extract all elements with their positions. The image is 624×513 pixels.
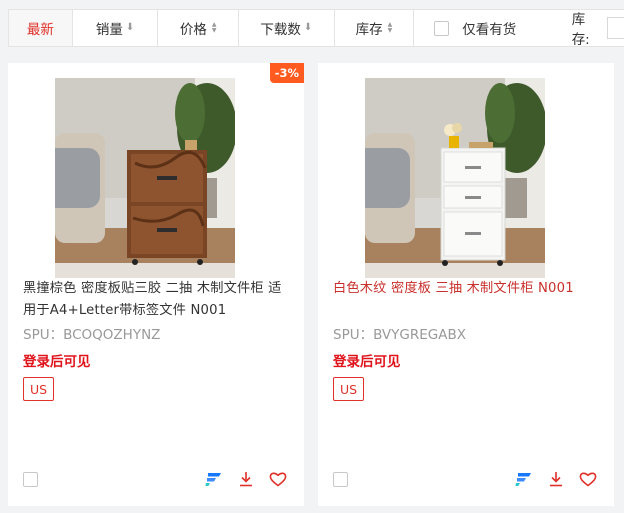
sort-sales[interactable]: 销量 ⬇ bbox=[73, 10, 159, 46]
stock-filter-label: 库存: bbox=[571, 12, 590, 48]
sort-downloads[interactable]: 下载数 ⬇ bbox=[239, 10, 335, 46]
card-actions bbox=[514, 469, 598, 489]
price-login-notice: 登录后可见 bbox=[23, 354, 91, 370]
region-tag: US bbox=[23, 377, 55, 401]
sort-stock[interactable]: 库存 ▲ ▼ bbox=[335, 10, 415, 46]
product-image[interactable] bbox=[365, 78, 545, 278]
sort-price[interactable]: 价格 ▲ ▼ bbox=[158, 10, 239, 46]
product-spu: SPU：BCOQOZHYNZ bbox=[23, 327, 161, 343]
sort-sales-label: 销量 bbox=[95, 22, 123, 38]
in-stock-checkbox[interactable] bbox=[434, 20, 450, 36]
region-tag: US bbox=[333, 377, 365, 401]
stock-filter: 库存: bbox=[554, 10, 624, 48]
select-checkbox[interactable] bbox=[333, 472, 348, 487]
download-icon[interactable] bbox=[546, 469, 566, 489]
product-spu: SPU：BVYGREGABX bbox=[333, 327, 466, 343]
sort-downloads-label: 下载数 bbox=[260, 22, 301, 38]
sort-price-label: 价格 bbox=[179, 22, 207, 38]
stock-filter-input[interactable] bbox=[607, 17, 624, 39]
sort-updown-icon: ▲ ▼ bbox=[387, 21, 393, 34]
sort-latest-label: 最新 bbox=[26, 22, 54, 38]
sort-updown-icon: ▲ ▼ bbox=[211, 21, 217, 34]
heart-icon[interactable] bbox=[268, 469, 288, 489]
product-title[interactable]: 白色木纹 密度板 三抽 木制文件柜 N001 bbox=[333, 278, 603, 300]
sort-stock-label: 库存 bbox=[355, 22, 383, 38]
arrow-down-icon: ⬇ bbox=[125, 22, 135, 33]
card-actions bbox=[204, 469, 288, 489]
price-login-notice: 登录后可见 bbox=[333, 354, 401, 370]
product-title[interactable]: 黑撞棕色 密度板贴三胶 二抽 木制文件柜 适用于A4+Letter带标签文件 N… bbox=[23, 278, 293, 322]
heart-icon[interactable] bbox=[578, 469, 598, 489]
product-image[interactable] bbox=[55, 78, 235, 278]
in-stock-filter[interactable]: 仅看有货 bbox=[414, 10, 553, 46]
discount-badge: -3% bbox=[269, 63, 304, 83]
sort-latest[interactable]: 最新 bbox=[9, 10, 73, 46]
product-card[interactable]: -3% 黑撞棕色 密度板贴三胶 二抽 木制文件柜 适用于A4+Letter带标签… bbox=[8, 63, 304, 506]
select-checkbox[interactable] bbox=[23, 472, 38, 487]
download-icon[interactable] bbox=[236, 469, 256, 489]
in-stock-label: 仅看有货 bbox=[462, 22, 517, 38]
brand-f-icon[interactable] bbox=[204, 469, 224, 489]
sort-bar: 最新 销量 ⬇ 价格 ▲ ▼ 下载数 ⬇ 库存 ▲ ▼ 仅看有货 库存: bbox=[8, 9, 624, 48]
arrow-down-icon: ⬇ bbox=[303, 22, 313, 33]
brand-f-icon[interactable] bbox=[514, 469, 534, 489]
product-card[interactable]: 白色木纹 密度板 三抽 木制文件柜 N001 SPU：BVYGREGABX 登录… bbox=[318, 63, 614, 506]
